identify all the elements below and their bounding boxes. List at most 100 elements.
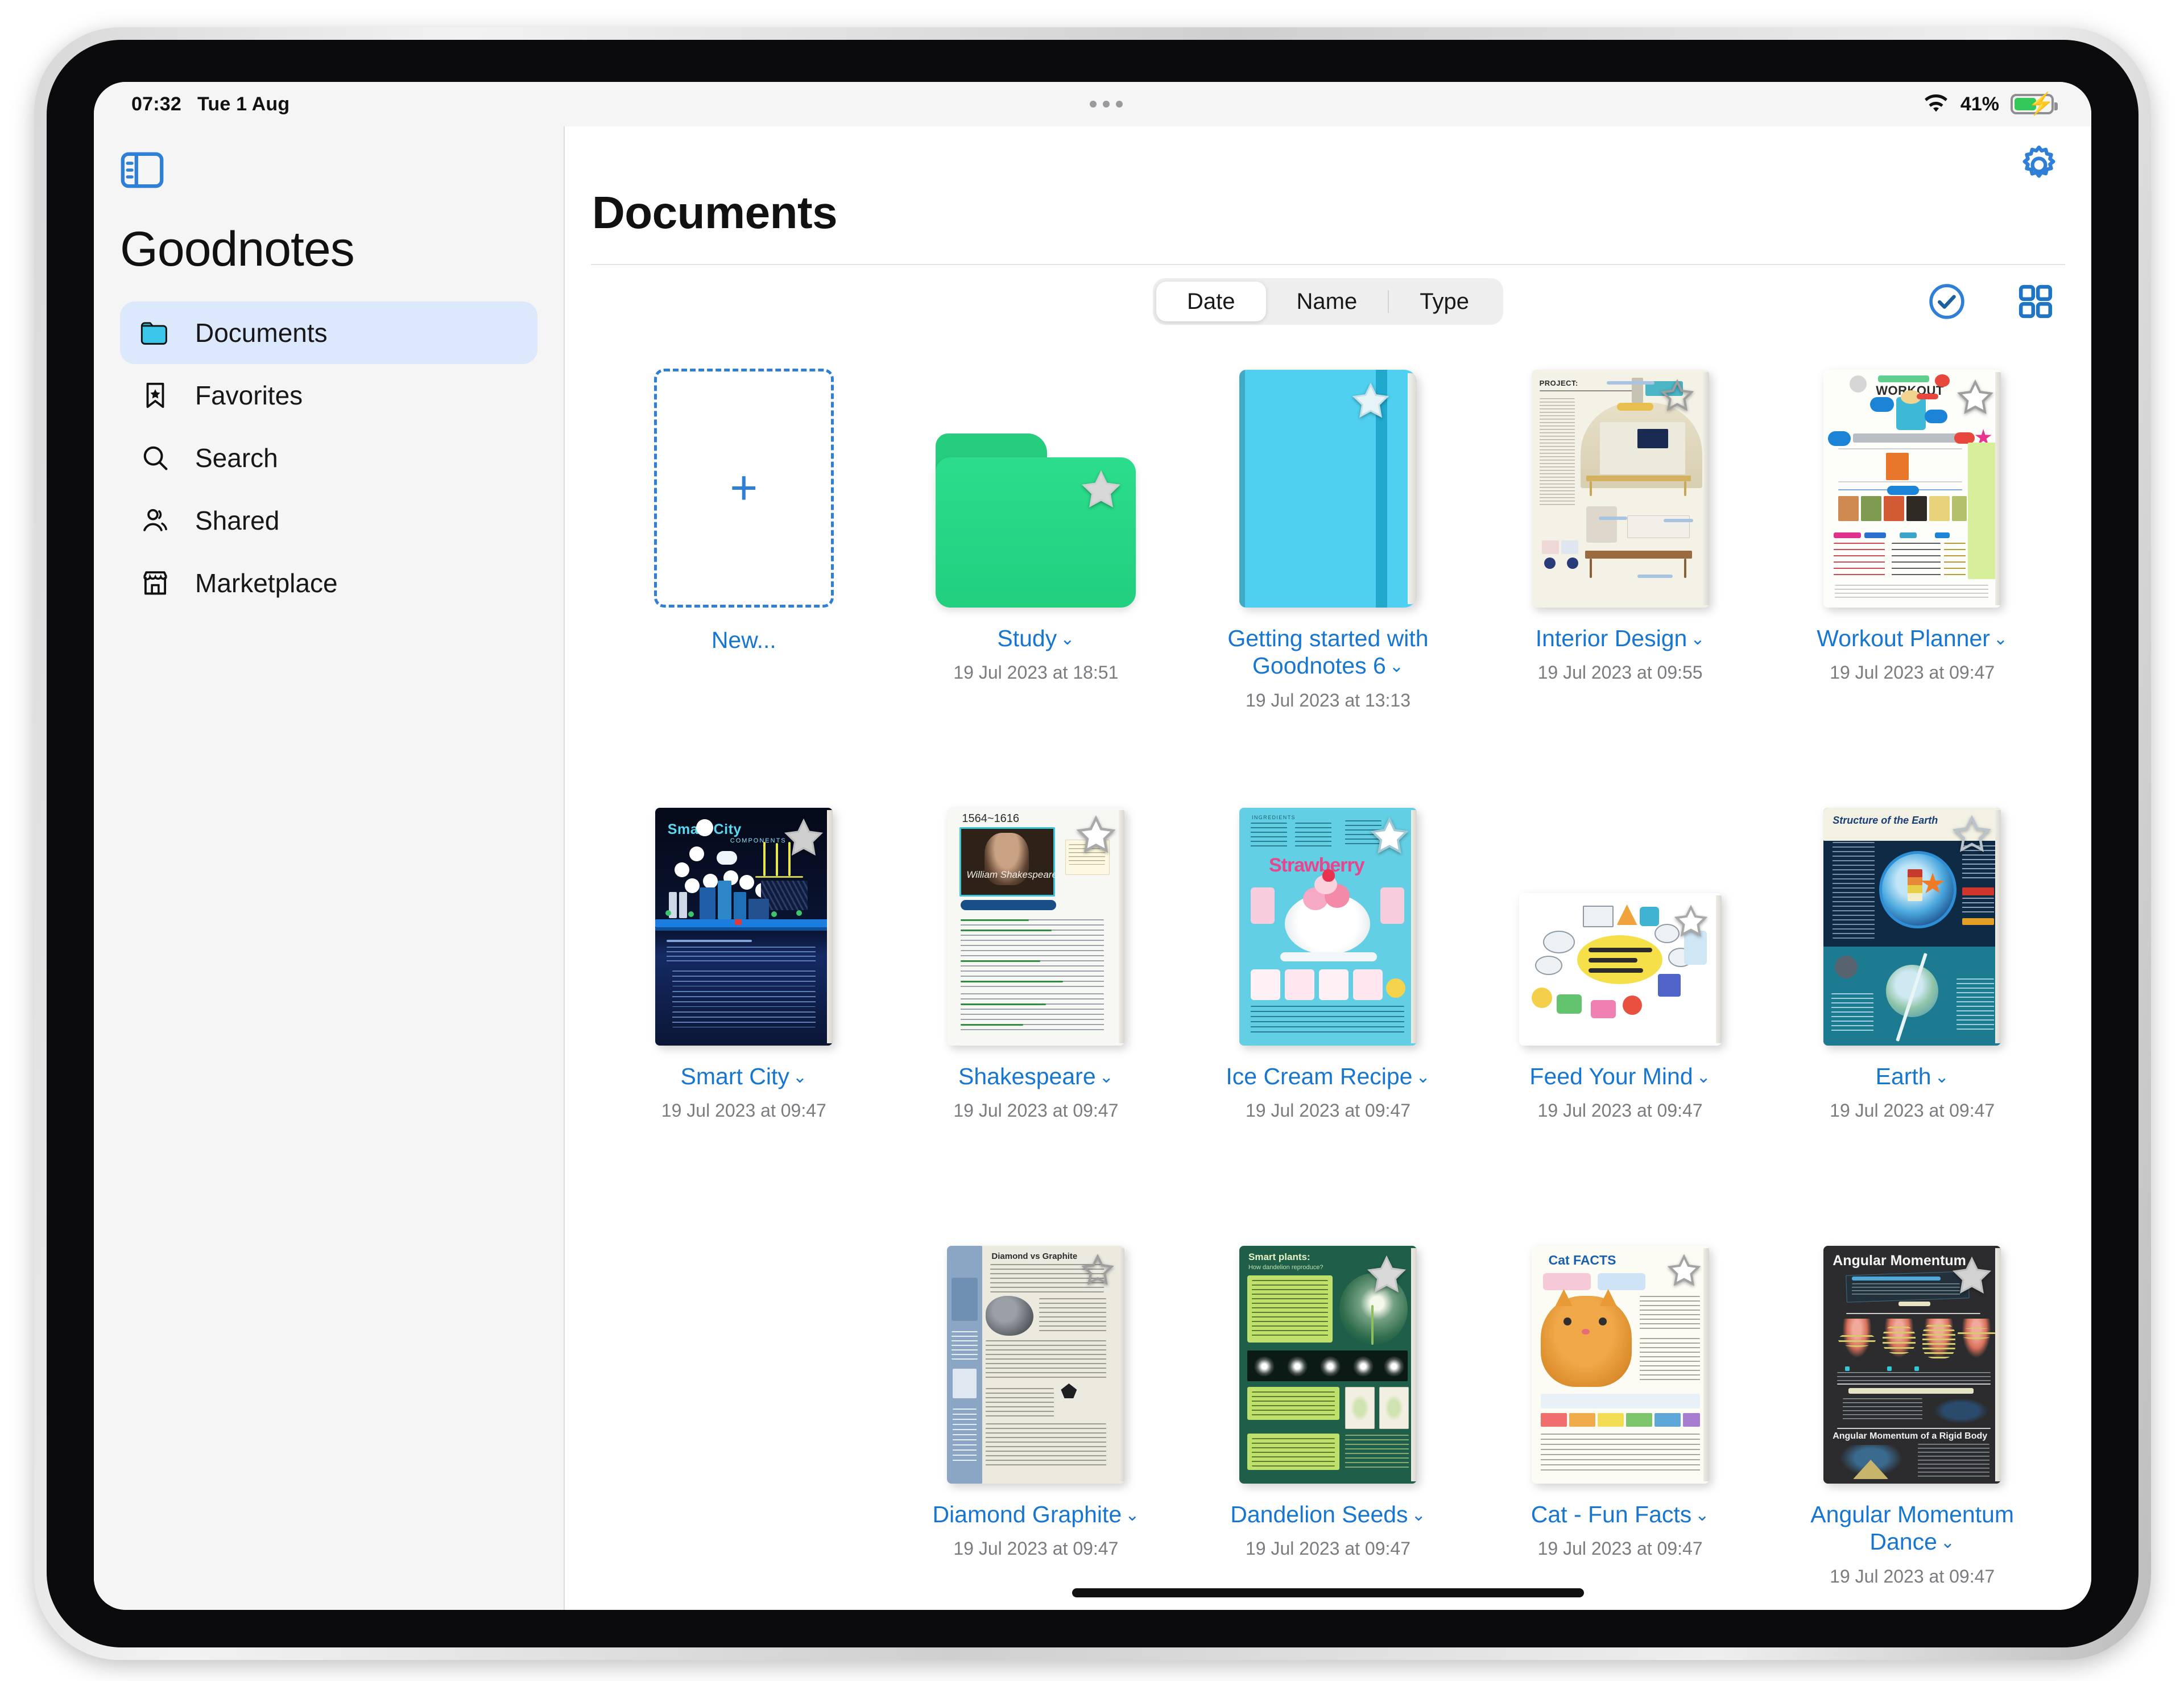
page-thumbnail[interactable]: Diamond vs Graphite [947,1246,1125,1484]
page-thumbnail[interactable]: INGREDIENTS Strawberry [1239,808,1417,1046]
page-thumbnail[interactable]: 1564~1616 William Shakespeare [947,808,1125,1046]
sidebar-item-favorites[interactable]: Favorites [120,364,537,427]
document-title[interactable]: Angular Momentum Dance ⌄ [1790,1501,2034,1556]
favorite-star-icon [1082,470,1121,507]
document-date: 19 Jul 2023 at 09:55 [1537,662,1703,683]
sidebar-toggle-icon[interactable] [120,151,164,189]
document-cell[interactable]: Diamond vs Graphite Diamond Graphite ⌄ 1… [890,1222,1182,1610]
chevron-down-icon[interactable]: ⌄ [1935,1067,1949,1087]
page-thumbnail[interactable]: Cat FACTS [1531,1246,1709,1484]
thumb-text: Diamond vs Graphite [991,1252,1078,1261]
thumbnail [1239,346,1417,608]
search-icon [139,442,171,474]
document-title[interactable]: Diamond Graphite ⌄ [932,1501,1139,1528]
gear-icon[interactable] [2017,143,2061,187]
page-thumbnail[interactable]: Smart City COMPONENTS [655,808,833,1046]
document-title[interactable]: Feed Your Mind ⌄ [1529,1063,1710,1090]
sort-option-date[interactable]: Date [1156,282,1266,321]
favorite-star-icon [1660,379,1694,411]
document-title[interactable]: Dandelion Seeds ⌄ [1230,1501,1425,1528]
document-cell[interactable]: Smart plants: How dandelion reproduce? D… [1182,1222,1474,1610]
multitasking-dots[interactable] [1090,101,1123,108]
document-title[interactable]: Shakespeare ⌄ [958,1063,1114,1090]
chevron-down-icon[interactable]: ⌄ [1993,629,2008,649]
new-document-cell[interactable]: + New... [598,346,890,784]
page-edge [1119,810,1125,1043]
favorite-star-icon [1076,815,1116,853]
document-title[interactable]: Smart City ⌄ [681,1063,808,1090]
document-cell[interactable]: Structure of the Earth Earth ⌄ 19 Jul 20… [1766,784,2058,1222]
sidebar-item-search[interactable]: Search [120,427,537,489]
people-icon [139,505,171,536]
notebook-thumbnail[interactable] [1239,370,1417,608]
thumb-text: 1564~1616 [962,812,1020,825]
empty-cell [598,1222,890,1610]
document-cell[interactable]: Getting started with Goodnotes 6 ⌄ 19 Jul… [1182,346,1474,784]
grid-view-icon[interactable] [2015,281,2056,322]
title-text: Diamond Graphite [932,1501,1122,1527]
title-text: Study [997,625,1057,651]
thumb-text: Structure of the Earth [1833,815,1938,826]
favorite-star-icon [1081,1253,1115,1286]
chevron-down-icon[interactable]: ⌄ [793,1067,807,1087]
document-title[interactable]: Workout Planner ⌄ [1817,625,2008,652]
document-cell[interactable]: 1564~1616 William Shakespeare Shakespear… [890,784,1182,1222]
folder-thumbnail[interactable] [936,433,1136,608]
chevron-down-icon[interactable]: ⌄ [1389,656,1404,676]
document-title[interactable]: Earth ⌄ [1876,1063,1949,1090]
document-cell[interactable]: Feed Your Mind ⌄ 19 Jul 2023 at 09:47 [1474,784,1767,1222]
sort-option-name[interactable]: Name [1266,282,1388,321]
document-cell[interactable]: Cat FACTS Cat - Fun Facts ⌄ 19 Jul 2023 … [1474,1222,1767,1610]
page-thumbnail[interactable]: Smart plants: How dandelion reproduce? [1239,1246,1417,1484]
thumbnail: Diamond vs Graphite [947,1222,1125,1484]
wifi-icon [1925,94,1947,112]
chevron-down-icon[interactable]: ⌄ [1125,1505,1139,1525]
thumb-subtext: How dandelion reproduce? [1248,1264,1323,1271]
document-title[interactable]: Getting started with Goodnotes 6 ⌄ [1206,625,1450,680]
document-cell[interactable]: Study ⌄ 19 Jul 2023 at 18:51 [890,346,1182,784]
favorite-star-icon [1370,816,1409,854]
sidebar-item-shared[interactable]: Shared [120,489,537,552]
chevron-down-icon[interactable]: ⌄ [1412,1505,1426,1525]
document-title[interactable]: Cat - Fun Facts ⌄ [1531,1501,1710,1528]
sidebar-item-marketplace[interactable]: Marketplace [120,552,537,614]
chevron-down-icon[interactable]: ⌄ [1695,1505,1709,1525]
favorite-star-icon [1957,379,1994,414]
favorite-star-icon [1674,904,1707,937]
status-date: Tue 1 Aug [197,93,290,115]
document-cell[interactable]: WORKOUT [1766,346,2058,784]
page-thumbnail[interactable]: Structure of the Earth [1823,808,2001,1046]
favorite-star-icon [1953,1256,1992,1294]
chevron-down-icon[interactable]: ⌄ [1099,1067,1114,1087]
document-title[interactable]: Ice Cream Recipe ⌄ [1226,1063,1430,1090]
folder-body [936,457,1136,608]
title-text: Smart City [680,1063,789,1089]
sidebar-item-documents[interactable]: Documents [120,301,537,364]
new-document-button[interactable]: + [653,369,834,608]
chevron-down-icon[interactable]: ⌄ [1416,1067,1430,1087]
chevron-down-icon[interactable]: ⌄ [1060,629,1074,649]
page-thumbnail[interactable]: WORKOUT [1823,370,2001,608]
favorite-star-icon [1352,382,1389,418]
thumb-text: Angular Momentum [1833,1253,1966,1269]
page-edge [1995,1248,2001,1481]
document-cell[interactable]: PROJECT: Interior Design ⌄ 19 Jul 2023 a… [1474,346,1767,784]
page-thumbnail[interactable]: PROJECT: [1531,370,1709,608]
thumb-subtext: COMPONENTS [730,837,787,844]
page-thumbnail[interactable] [1519,893,1722,1046]
sort-option-type[interactable]: Type [1389,282,1500,321]
document-title[interactable]: Interior Design ⌄ [1536,625,1705,652]
document-cell[interactable]: INGREDIENTS Strawberry Ice Cream Recipe … [1182,784,1474,1222]
page-edge [1410,1248,1417,1481]
notebook-spine [1239,370,1245,608]
document-title[interactable]: Study ⌄ [997,625,1074,652]
chevron-down-icon[interactable]: ⌄ [1941,1533,1955,1552]
page-thumbnail[interactable]: Angular Momentum Angular Momentum of a R… [1823,1246,2001,1484]
home-indicator[interactable] [1072,1588,1584,1597]
document-cell[interactable]: Angular Momentum Angular Momentum of a R… [1766,1222,2058,1610]
sort-segmented-control[interactable]: Date Name Type [1153,278,1503,325]
chevron-down-icon[interactable]: ⌄ [1697,1067,1711,1087]
check-circle-icon[interactable] [1926,281,1967,322]
document-cell[interactable]: Smart City COMPONENTS Smart City ⌄ 19 Ju… [598,784,890,1222]
chevron-down-icon[interactable]: ⌄ [1690,629,1705,649]
